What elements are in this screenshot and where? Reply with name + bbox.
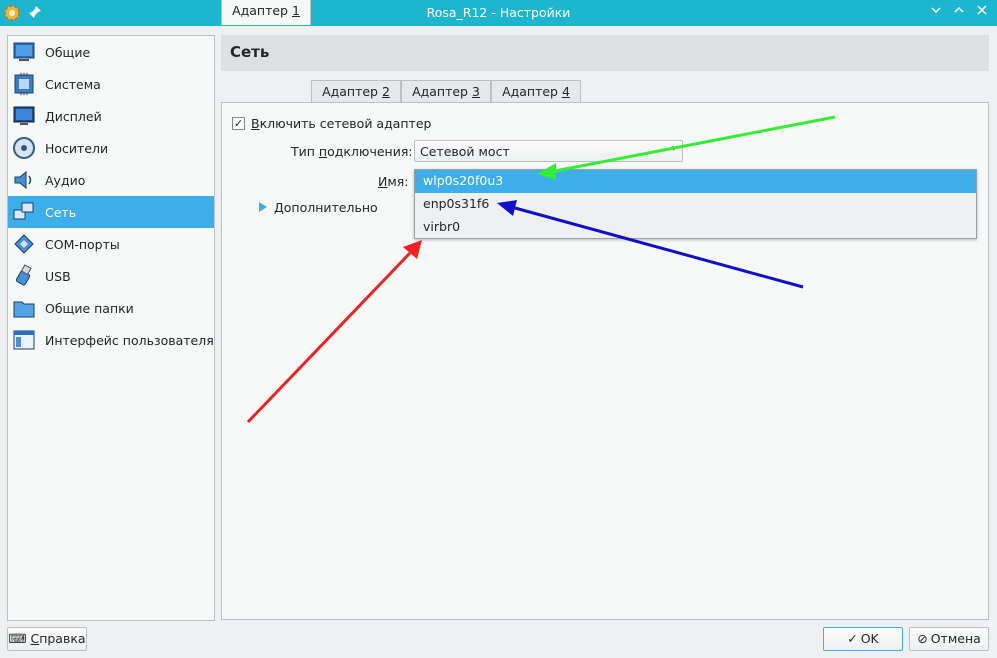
ok-button[interactable]: ✓ OK [823, 627, 903, 651]
sidebar-item-com-ports[interactable]: COM-порты [8, 228, 214, 260]
sidebar-item-shared-folders[interactable]: Общие папки [8, 292, 214, 324]
close-icon[interactable] [973, 4, 991, 22]
general-icon [12, 40, 36, 64]
settings-sidebar: Общие Система Дисплей Носители Аудио Сет… [7, 35, 215, 621]
dropdown-option[interactable]: virbr0 [415, 216, 976, 239]
connection-type-label: Тип подключения: [291, 144, 413, 159]
window-title: Rosa_R12 - Настройки [426, 5, 571, 20]
sidebar-item-storage[interactable]: Носители [8, 132, 214, 164]
cancel-button[interactable]: ⊘ Отмена [909, 627, 989, 651]
sidebar-item-usb[interactable]: USB [8, 260, 214, 292]
sidebar-item-system[interactable]: Система [8, 68, 214, 100]
audio-icon [12, 168, 36, 192]
window-titlebar[interactable]: Rosa_R12 - Настройки [0, 0, 997, 26]
tab-adapter-3[interactable]: Адаптер 3 [401, 80, 491, 103]
display-icon [12, 104, 36, 128]
shared-folder-icon [12, 296, 36, 320]
sidebar-item-general[interactable]: Общие [8, 36, 214, 68]
expand-triangle-icon[interactable] [259, 202, 267, 212]
chevron-down-icon: ▾ [671, 144, 676, 154]
connection-type-select[interactable]: Сетевой мост ▾ [414, 140, 683, 162]
cancel-icon: ⊘ [917, 631, 928, 646]
sidebar-item-network[interactable]: Сеть [8, 196, 214, 228]
adapter-name-label: Имя: [378, 174, 409, 189]
help-button[interactable]: ⌨ Справка [7, 627, 87, 651]
dropdown-option[interactable]: wlp0s20f0u3 [415, 170, 976, 193]
sidebar-item-audio[interactable]: Аудио [8, 164, 214, 196]
sidebar-item-display[interactable]: Дисплей [8, 100, 214, 132]
enable-adapter-checkbox[interactable]: ✓ [232, 117, 245, 130]
serial-port-icon [12, 232, 36, 256]
tab-adapter-2[interactable]: Адаптер 2 [311, 80, 401, 103]
enable-adapter-label[interactable]: Включить сетевой адаптер [251, 116, 431, 131]
network-icon [12, 200, 36, 224]
page-header: Сеть [221, 35, 989, 71]
chevron-down-icon[interactable] [927, 4, 945, 22]
dropdown-option[interactable]: enp0s31f6 [415, 193, 976, 216]
sidebar-item-user-interface[interactable]: Интерфейс пользователя [8, 324, 214, 356]
system-icon [12, 72, 36, 96]
keyboard-icon: ⌨ [8, 631, 27, 646]
check-icon: ✓ [847, 631, 858, 646]
usb-icon [12, 264, 36, 288]
tab-adapter-4[interactable]: Адаптер 4 [491, 80, 581, 103]
advanced-toggle[interactable]: Дополнительно [274, 200, 378, 215]
tab-adapter-1[interactable]: Адаптер 1 [221, 0, 311, 25]
chevron-up-icon[interactable] [950, 4, 968, 22]
storage-icon [12, 136, 36, 160]
page-title: Сеть [230, 43, 270, 61]
adapter-name-dropdown[interactable]: wlp0s20f0u3 enp0s31f6 virbr0 [414, 169, 977, 239]
user-interface-icon [12, 328, 36, 352]
